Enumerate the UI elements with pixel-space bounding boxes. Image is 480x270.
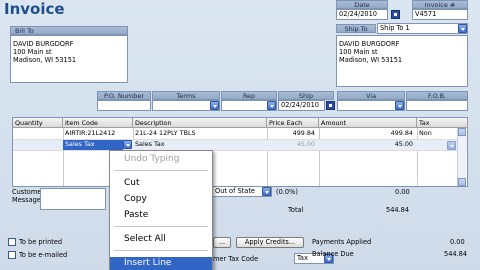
rep-header: Rep [221,91,277,100]
bill-to-header: Bill To [10,26,128,35]
menu-separator [114,170,208,171]
context-menu: Undo Typing Cut Copy Paste Select All In… [109,150,213,270]
menu-separator [114,226,208,227]
ship-to-dropdown-icon[interactable] [458,24,467,33]
customer-message-field[interactable] [40,188,106,210]
rep-dropdown-icon[interactable] [267,101,276,110]
tax-rate: (0.0%) [276,188,298,196]
row2-item-code-input[interactable]: Sales Tax [63,140,123,150]
row2-price[interactable]: 45.00 [267,140,317,149]
bill-to-line3: Madison, WI 53151 [13,56,77,64]
row-divider [13,150,467,151]
scroll-up-icon[interactable] [458,128,466,136]
payments-applied-value: 0.00 [450,238,465,246]
row2-description[interactable]: Sales Tax [133,140,267,149]
total-value: 544.84 [386,206,410,214]
form-title: Invoice [4,0,65,18]
line-items-grid[interactable]: Quantity Item Code Description Price Eac… [12,117,468,187]
menu-undo-typing[interactable]: Undo Typing [110,153,212,166]
menu-cut[interactable]: Cut [110,177,212,190]
ship-to-line3: Madison, WI 53151 [339,56,403,64]
terms-header: Terms [152,91,220,100]
row1-amount[interactable]: 499.84 [319,129,415,138]
menu-paste[interactable]: Paste [110,209,212,222]
apply-credits-button[interactable]: Apply Credits... [236,237,304,248]
col-price-each[interactable]: Price Each [267,118,319,128]
date-field[interactable]: 02/24/2010 [336,9,388,20]
bill-to-line1: DAVID BURGDORF [13,40,74,48]
total-label: Total [288,206,304,214]
menu-copy[interactable]: Copy [110,193,212,206]
via-dropdown-icon[interactable] [395,101,404,110]
tax-dropdown-icon[interactable] [447,141,456,150]
col-tax[interactable]: Tax [417,118,468,128]
date-header: Date [336,0,388,9]
bill-to-line2: 100 Main st [13,48,52,56]
invoice-form: Invoice Date Invoice # 02/24/2010 V4571 … [0,0,480,270]
to-be-printed-checkbox[interactable] [8,238,16,246]
ship-to-line2: 100 Main st [339,48,378,56]
to-be-emailed-checkbox[interactable] [8,251,16,259]
ship-to-header: Ship To [336,24,376,33]
scroll-down-icon[interactable] [458,178,466,186]
col-item-code[interactable]: Item Code [63,118,133,128]
to-be-emailed-label: To be e-mailed [19,251,68,259]
terms-dropdown-icon[interactable] [210,101,219,110]
row1-item-code[interactable]: AIRTIR:21L2412 [63,129,133,138]
menu-insert-line[interactable]: Insert Line [110,257,212,270]
menu-select-all[interactable]: Select All [110,233,212,246]
item-code-dropdown-icon[interactable] [123,140,132,149]
fob-header: F.O.B. [406,91,468,100]
ship-to-line1: DAVID BURGDORF [339,40,400,48]
row1-description[interactable]: 21L-24 12PLY TBLS [133,129,267,138]
bill-to-box[interactable]: DAVID BURGDORF 100 Main st Madison, WI 5… [10,35,128,83]
via-header: Via [337,91,405,100]
ship-header: Ship [278,91,334,100]
invoice-number-field[interactable]: V4571 [412,9,468,20]
ship-calendar-icon[interactable] [326,101,335,110]
tax-amount: 0.00 [395,188,410,196]
to-be-printed-label: To be printed [19,238,63,246]
invoice-number-header: Invoice # [412,0,468,9]
ship-to-box[interactable]: DAVID BURGDORF 100 Main st Madison, WI 5… [336,35,468,87]
col-amount[interactable]: Amount [319,118,417,128]
col-quantity[interactable]: Quantity [13,118,63,128]
ellipsis-button[interactable]: ... [213,237,231,248]
po-number-field[interactable] [97,100,151,111]
row1-price[interactable]: 499.84 [267,129,317,138]
tax-item-dropdown-icon[interactable] [262,187,271,196]
balance-due-value: 544.84 [444,250,468,258]
payments-applied-label: Payments Applied [312,238,372,246]
row1-tax[interactable]: Non [417,129,457,138]
ship-to-select[interactable]: Ship To 1 [377,23,468,34]
ship-date-field[interactable]: 02/24/2010 [278,100,325,111]
calendar-icon[interactable] [391,10,400,19]
grid-scrollbar[interactable] [457,128,466,186]
po-number-header: P.O. Number [97,91,151,100]
col-description[interactable]: Description [133,118,267,128]
menu-separator [114,250,208,251]
balance-due-label: Balance Due [312,250,354,258]
fob-field[interactable] [406,100,468,111]
customer-tax-code-label: mer Tax Code [213,255,259,263]
row2-amount[interactable]: 45.00 [319,140,415,149]
